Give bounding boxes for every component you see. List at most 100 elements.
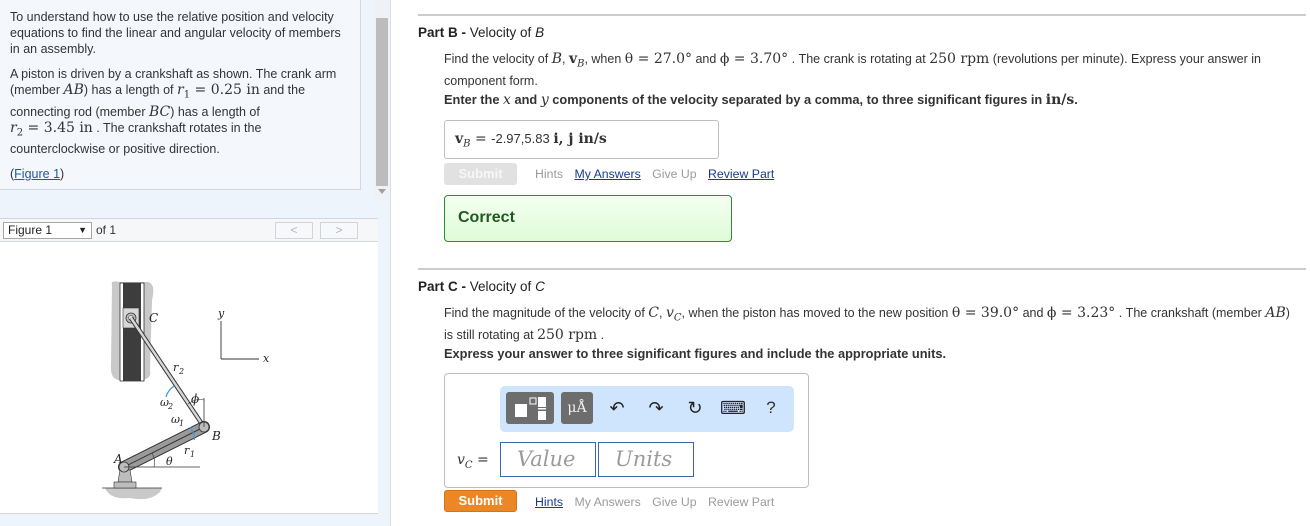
q-text: , when — [584, 52, 625, 66]
label-phi: ϕ — [191, 392, 199, 406]
intro-scrollbar[interactable] — [375, 0, 389, 200]
keyboard-icon[interactable]: ⌨ — [720, 392, 746, 424]
rpm-value: 250 rpm — [929, 51, 990, 67]
figure-select-value: Figure 1 — [8, 223, 53, 237]
figure-toolbar: Figure 1 ▼ of 1 < > — [0, 218, 378, 242]
vc-symbol: v — [457, 452, 465, 468]
answer-label-sub: B — [463, 138, 471, 150]
theta-value: θ = 39.0° — [951, 305, 1020, 321]
q-text: and — [1019, 306, 1047, 320]
part-c-links: Hints My Answers Give Up Review Part — [535, 495, 782, 509]
figure-count: of 1 — [96, 223, 117, 237]
previous-figure-button[interactable]: < — [275, 222, 313, 239]
help-icon[interactable]: ? — [758, 392, 784, 424]
math-input-toolbar: μÅ ↶ ↷ ↻ ⌨ ? — [500, 386, 794, 432]
undo-icon[interactable]: ↶ — [604, 392, 630, 424]
intro-text: ) has a length of — [83, 83, 178, 97]
q-text: Find the velocity of — [444, 52, 552, 66]
theta-value: θ = 27.0° — [624, 51, 692, 67]
instr-text: . — [1074, 92, 1078, 107]
intro-paragraph-2: A piston is driven by a crankshaft as sh… — [10, 66, 350, 157]
part-b-review-part-link[interactable]: Review Part — [708, 167, 774, 181]
member-ab: AB — [63, 82, 84, 98]
part-b-hints-link: Hints — [535, 167, 564, 181]
q-text: . The crank is rotating at — [788, 52, 930, 66]
figure-link-line: (Figure 1) — [10, 166, 350, 182]
var-vc: v — [665, 305, 674, 321]
part-b-title: Part B - Velocity of B — [418, 25, 544, 40]
value-input[interactable]: Value — [500, 442, 596, 477]
units-in-s: in/s — [1045, 92, 1075, 108]
part-c-hints-link[interactable]: Hints — [535, 495, 563, 509]
member-bc: BC — [148, 103, 171, 120]
answer-label: v — [455, 131, 464, 147]
q-text: . — [597, 327, 605, 342]
label-c: C — [149, 311, 158, 325]
left-pane: To understand how to use the relative po… — [0, 0, 391, 526]
var-vb: v — [568, 51, 578, 67]
next-figure-button[interactable]: > — [320, 222, 358, 239]
part-c-give-up-link: Give Up — [652, 495, 697, 509]
member-ab: AB — [1265, 305, 1286, 321]
part-b-links: Hints My Answers Give Up Review Part — [535, 167, 782, 181]
label-r2-sub: 2 — [178, 367, 184, 376]
vc-label: vC = — [457, 451, 489, 471]
label-x: x — [263, 352, 270, 365]
intro-text: ) has a length of — [170, 104, 260, 119]
part-b-instructions: Enter the x and y components of the velo… — [444, 92, 1078, 108]
label-omega1-sub: 1 — [179, 419, 184, 428]
r2-value: = 3.45 in — [23, 119, 93, 136]
part-b-answer-units: i, j in/s — [553, 131, 607, 147]
label-b: B — [211, 429, 221, 443]
part-c-label: Part C - — [418, 279, 467, 294]
part-c-title-text: Velocity of — [466, 279, 536, 294]
figure-select[interactable]: Figure 1 ▼ — [3, 222, 92, 239]
figure-1-link[interactable]: Figure 1 — [14, 167, 60, 181]
vc-subscript: C — [464, 459, 473, 471]
part-c-question: Find the magnitude of the velocity of C,… — [444, 305, 1290, 343]
part-b-submit-button: Submit — [444, 163, 517, 185]
q-text: Find the magnitude of the velocity of — [444, 306, 649, 320]
label-theta: θ — [166, 455, 173, 468]
reset-icon[interactable]: ↻ — [682, 392, 708, 424]
templates-button[interactable] — [506, 392, 554, 424]
part-b-divider — [418, 14, 1306, 16]
part-b-give-up-link: Give Up — [652, 167, 697, 181]
var-b: B — [551, 51, 562, 67]
instr-text: and — [510, 92, 541, 107]
instr-text: Enter the — [444, 92, 504, 107]
r2-symbol: r — [10, 119, 17, 136]
part-b-my-answers-link[interactable]: My Answers — [574, 167, 640, 181]
q-text: . The crankshaft (member — [1115, 306, 1266, 320]
part-c-submit-button[interactable]: Submit — [444, 490, 517, 512]
part-b-title-var: B — [535, 25, 545, 40]
units-input[interactable]: Units — [598, 442, 694, 477]
label-r1-sub: 1 — [190, 450, 195, 459]
r1-symbol: r — [177, 82, 184, 98]
scrollbar-thumb[interactable] — [376, 18, 388, 186]
units-button[interactable]: μÅ — [561, 392, 593, 424]
var-y: y — [540, 92, 549, 108]
equals: = — [470, 131, 492, 147]
part-c-my-answers-link: My Answers — [574, 495, 641, 509]
equals: = — [472, 452, 489, 468]
instr-text: components of the velocity separated by … — [548, 92, 1046, 107]
templates-icon — [515, 397, 546, 420]
var-x: x — [503, 92, 511, 108]
part-c-instructions: Express your answer to three significant… — [444, 346, 947, 361]
label-omega2-sub: 2 — [167, 402, 173, 411]
var-c: C — [648, 305, 660, 321]
part-b-title-text: Velocity of — [466, 25, 536, 40]
part-c-divider — [418, 268, 1306, 270]
label-a: A — [113, 452, 123, 466]
scroll-down-arrow-icon[interactable] — [378, 189, 386, 194]
ground — [105, 488, 162, 500]
part-b-answer-box: vB = -2.97,5.83 i, j in/s — [444, 120, 719, 159]
redo-icon[interactable]: ↷ — [643, 392, 669, 424]
part-c-title: Part C - Velocity of C — [418, 279, 545, 294]
figure-viewer: C B A y x r 2 r 1 ω 2 ω 1 ϕ θ — [0, 242, 378, 514]
right-pane: Part B - Velocity of B Find the velocity… — [392, 0, 1310, 526]
paren: ) — [60, 167, 65, 181]
crank-piston-diagram: C B A y x r 2 r 1 ω 2 ω 1 ϕ θ — [102, 281, 270, 500]
var-vc-sub: C — [673, 312, 682, 324]
